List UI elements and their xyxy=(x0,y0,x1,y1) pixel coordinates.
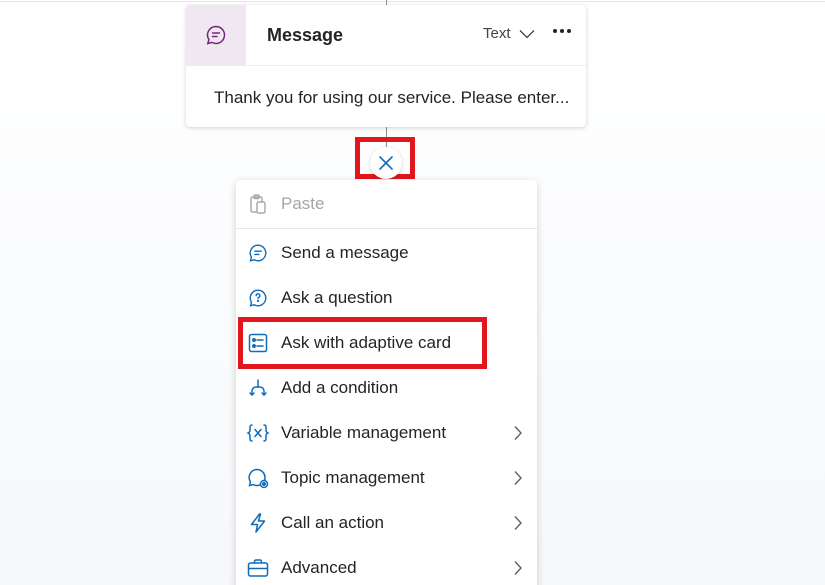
message-node-body[interactable]: Thank you for using our service. Please … xyxy=(214,88,569,108)
menu-item-label: Add a condition xyxy=(281,378,399,397)
menu-item-ask-question[interactable]: Ask a question xyxy=(236,276,537,320)
action-icon xyxy=(246,511,270,535)
chevron-down-icon xyxy=(519,29,534,38)
close-add-menu-button[interactable] xyxy=(370,147,402,179)
more-dot-icon xyxy=(567,29,571,33)
variable-icon xyxy=(246,421,270,445)
menu-item-paste[interactable]: Paste xyxy=(236,182,537,226)
question-icon xyxy=(246,286,270,310)
message-icon xyxy=(246,241,270,265)
message-node-icon-box xyxy=(186,5,246,65)
topic-icon xyxy=(246,466,270,490)
menu-item-label: Send a message xyxy=(281,243,409,262)
chevron-right-icon xyxy=(510,425,526,441)
chevron-right-icon xyxy=(510,560,526,576)
menu-item-label: Topic management xyxy=(281,468,425,487)
menu-item-add-condition[interactable]: Add a condition xyxy=(236,366,537,410)
menu-item-label: Ask a question xyxy=(281,288,393,307)
message-node[interactable]: Message Text Thank you for using our ser… xyxy=(186,5,586,127)
menu-item-label: Paste xyxy=(281,194,325,213)
menu-item-variable-management[interactable]: Variable management xyxy=(236,411,537,455)
more-dot-icon xyxy=(553,29,557,33)
message-node-header: Message Text xyxy=(186,5,586,66)
menu-item-label: Variable management xyxy=(281,423,447,442)
paste-icon xyxy=(246,192,270,216)
condition-icon xyxy=(246,376,270,400)
chevron-right-icon xyxy=(510,515,526,531)
message-type-dropdown[interactable]: Text xyxy=(483,25,535,42)
top-divider xyxy=(0,1,825,2)
message-type-label: Text xyxy=(483,25,511,42)
menu-item-call-action[interactable]: Call an action xyxy=(236,501,537,545)
briefcase-icon xyxy=(246,556,270,580)
close-icon xyxy=(379,156,393,170)
menu-item-send-message[interactable]: Send a message xyxy=(236,231,537,275)
menu-item-advanced[interactable]: Advanced xyxy=(236,546,537,585)
chat-bubble-icon xyxy=(206,25,226,45)
highlight-box-adaptive-card xyxy=(238,317,487,369)
message-node-title: Message xyxy=(267,25,344,45)
add-node-menu: Paste Send a message Ask a question Ask … xyxy=(236,180,537,585)
more-options-button[interactable] xyxy=(549,19,575,43)
menu-item-label: Advanced xyxy=(281,558,357,577)
more-dot-icon xyxy=(560,29,564,33)
menu-item-label: Call an action xyxy=(281,513,385,532)
menu-item-topic-management[interactable]: Topic management xyxy=(236,456,537,500)
chevron-right-icon xyxy=(510,470,526,486)
menu-divider xyxy=(236,228,537,229)
